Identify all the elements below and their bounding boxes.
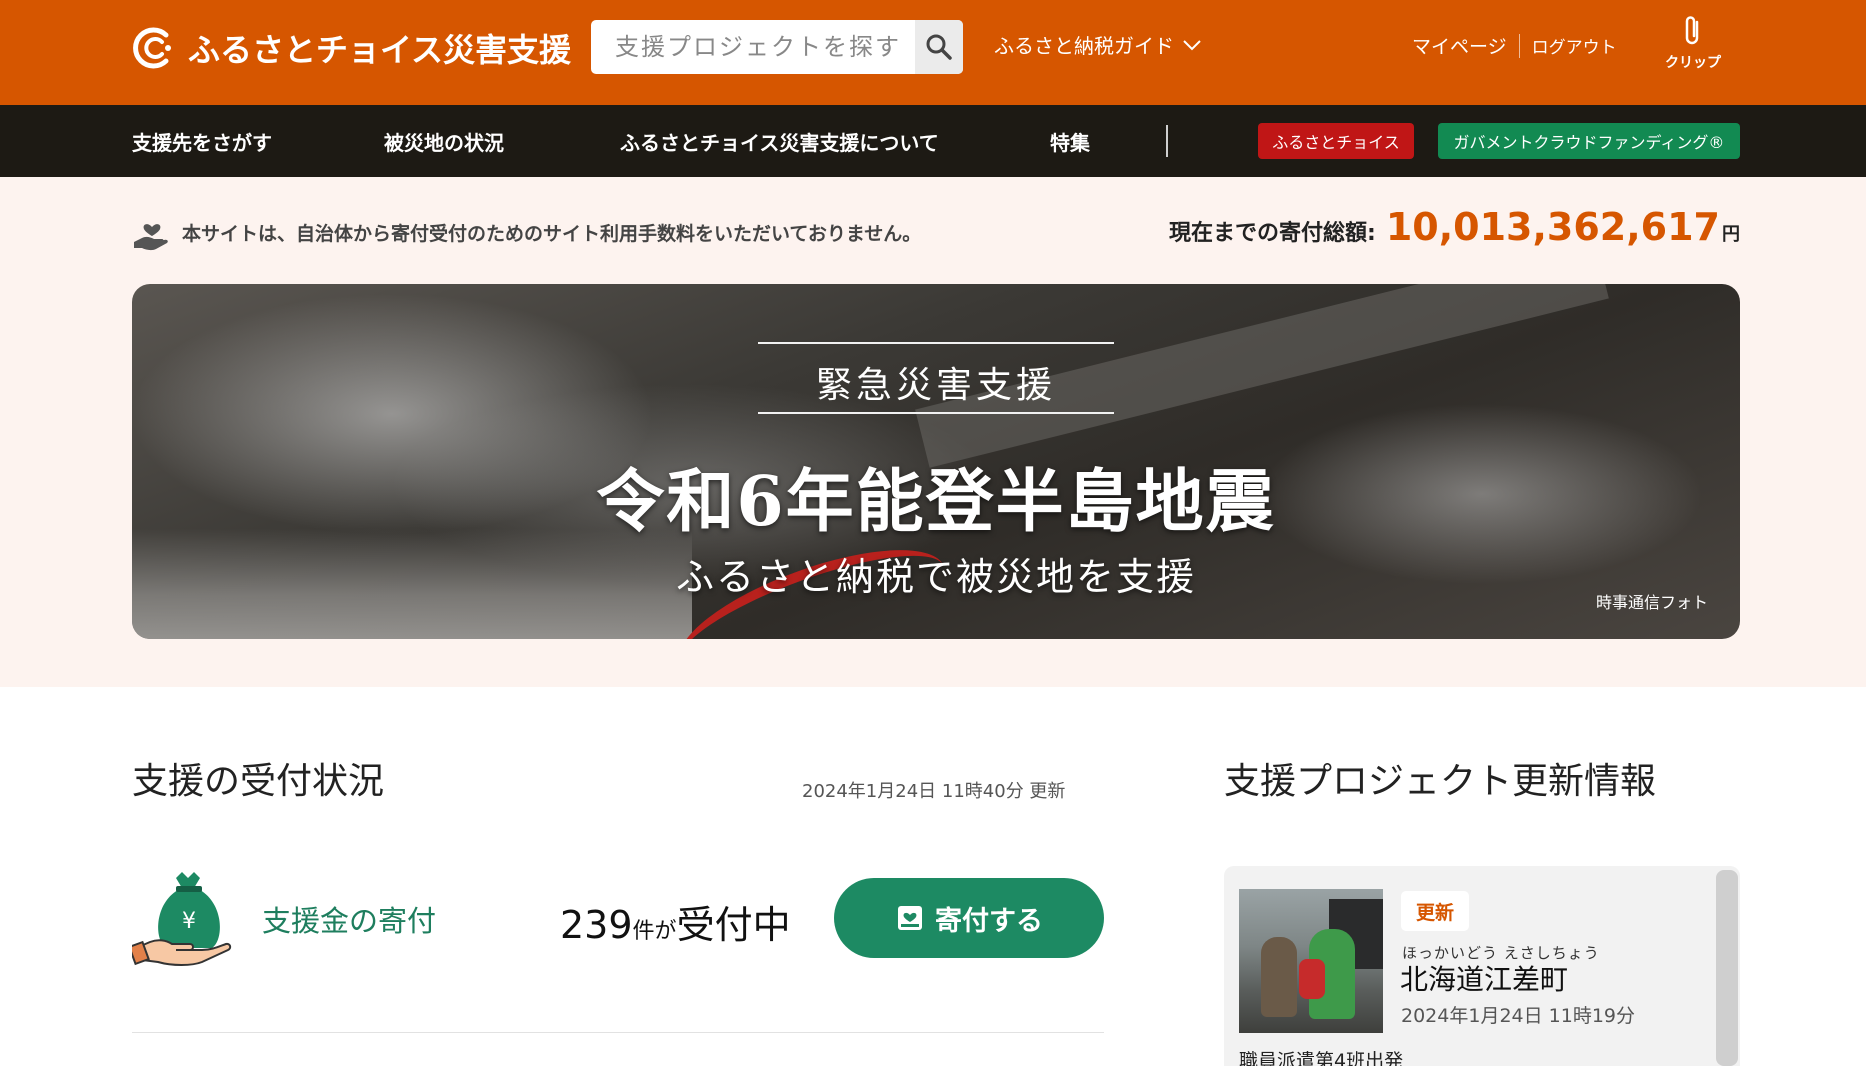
nav-divider (1166, 125, 1168, 157)
update-badge: 更新 (1401, 891, 1469, 931)
count-number: 239 (560, 903, 633, 947)
status-section-title: 支援の受付状況 (132, 761, 385, 802)
hero-kicker: 緊急災害支援 (815, 365, 1056, 406)
donation-type-label: 支援金の寄付 (262, 904, 437, 938)
nav-item-find-support[interactable]: 支援先をさがす (132, 127, 272, 156)
hero-title: 令和6年能登半島地震 (596, 462, 1276, 542)
clip-button[interactable]: クリップ (1662, 14, 1724, 72)
clip-label: クリップ (1665, 55, 1721, 71)
top-header: ふるさとチョイス災害支援 ふるさと納税ガイド マイページ ログアウト クリップ (0, 0, 1866, 105)
paperclip-icon (1685, 16, 1699, 45)
donate-icon (898, 906, 922, 930)
logo-text: ふるさとチョイス災害支援 (188, 31, 572, 69)
mypage-link[interactable]: マイページ (1412, 32, 1507, 59)
fee-notice: 本サイトは、自治体から寄付受付のためのサイト利用手数料をいただいておりません。 (132, 212, 921, 252)
hero-banner[interactable]: 緊急災害支援 令和6年能登半島地震 ふるさと納税で被災地を支援 時事通信フォト (132, 284, 1740, 639)
main-nav: 支援先をさがす 被災地の状況 ふるさとチョイス災害支援について 特集 ふるさとチ… (0, 105, 1866, 177)
furusato-choice-logo-icon (133, 27, 171, 69)
donation-status-row: ¥ 支援金の寄付 239件が受付中 寄付する (132, 870, 1104, 970)
logout-link[interactable]: ログアウト (1532, 33, 1617, 58)
update-text: 職員派遣第4班出発 (1239, 1050, 1404, 1066)
guide-label: ふるさと納税ガイド (994, 34, 1174, 58)
status-updated-time: 2024年1月24日 11時40分 更新 (802, 781, 1066, 802)
update-photo (1239, 889, 1383, 1033)
search-input[interactable] (591, 20, 916, 74)
photo-bag (1299, 959, 1325, 999)
nav-item-features[interactable]: 特集 (1050, 127, 1090, 156)
svg-text:¥: ¥ (182, 909, 196, 934)
donate-label: 寄付する (935, 905, 1043, 937)
total-value: 10,013,362,617 (1385, 205, 1720, 249)
count-status: 受付中 (676, 903, 791, 947)
row-divider (132, 1032, 1104, 1033)
fee-notice-text: 本サイトは、自治体から寄付受付のためのサイト利用手数料をいただいておりません。 (182, 222, 922, 245)
project-update-card[interactable]: 更新 ほっかいどう えさしちょう 北海道江差町 2024年1月24日 11時19… (1224, 866, 1740, 1066)
count-unit: 件 (632, 919, 655, 944)
updates-scrollbar[interactable] (1716, 870, 1738, 1066)
furusato-guide-dropdown[interactable]: ふるさと納税ガイド (994, 30, 1202, 59)
photo-credit: 時事通信フォト (1595, 593, 1708, 612)
site-logo[interactable]: ふるさとチョイス災害支援 (132, 24, 571, 72)
nav-item-about[interactable]: ふるさとチョイス災害支援について (620, 127, 939, 156)
place-name: 北海道江差町 (1400, 963, 1569, 996)
donation-total: 現在までの寄付総額: 10,013,362,617 円 (1169, 205, 1740, 249)
gcf-link[interactable]: ガバメントクラウドファンディング® (1438, 123, 1740, 159)
search-button[interactable] (915, 20, 963, 74)
hero-subtitle: ふるさと納税で被災地を支援 (675, 555, 1196, 599)
money-bag-icon: ¥ (132, 872, 232, 966)
search-icon (926, 34, 952, 60)
photo-person (1261, 937, 1297, 1017)
donation-count: 239件が受付中 (560, 894, 791, 949)
user-nav: マイページ ログアウト (1412, 32, 1617, 59)
search-box (591, 20, 963, 74)
donate-button[interactable]: 寄付する (834, 878, 1104, 958)
hand-heart-icon (134, 224, 168, 251)
total-label: 現在までの寄付総額: (1169, 221, 1376, 246)
user-nav-divider (1518, 33, 1520, 58)
count-particle: が (654, 919, 677, 944)
hero-rule-top (758, 342, 1114, 344)
update-date: 2024年1月24日 11時19分 (1401, 1005, 1636, 1027)
nav-item-disaster-status[interactable]: 被災地の状況 (384, 127, 504, 156)
updates-section-title: 支援プロジェクト更新情報 (1224, 761, 1657, 802)
total-unit: 円 (1722, 224, 1740, 245)
furusato-choice-link[interactable]: ふるさとチョイス (1258, 123, 1414, 159)
hero-rule-bottom (758, 412, 1114, 414)
chevron-down-icon (1183, 39, 1201, 50)
